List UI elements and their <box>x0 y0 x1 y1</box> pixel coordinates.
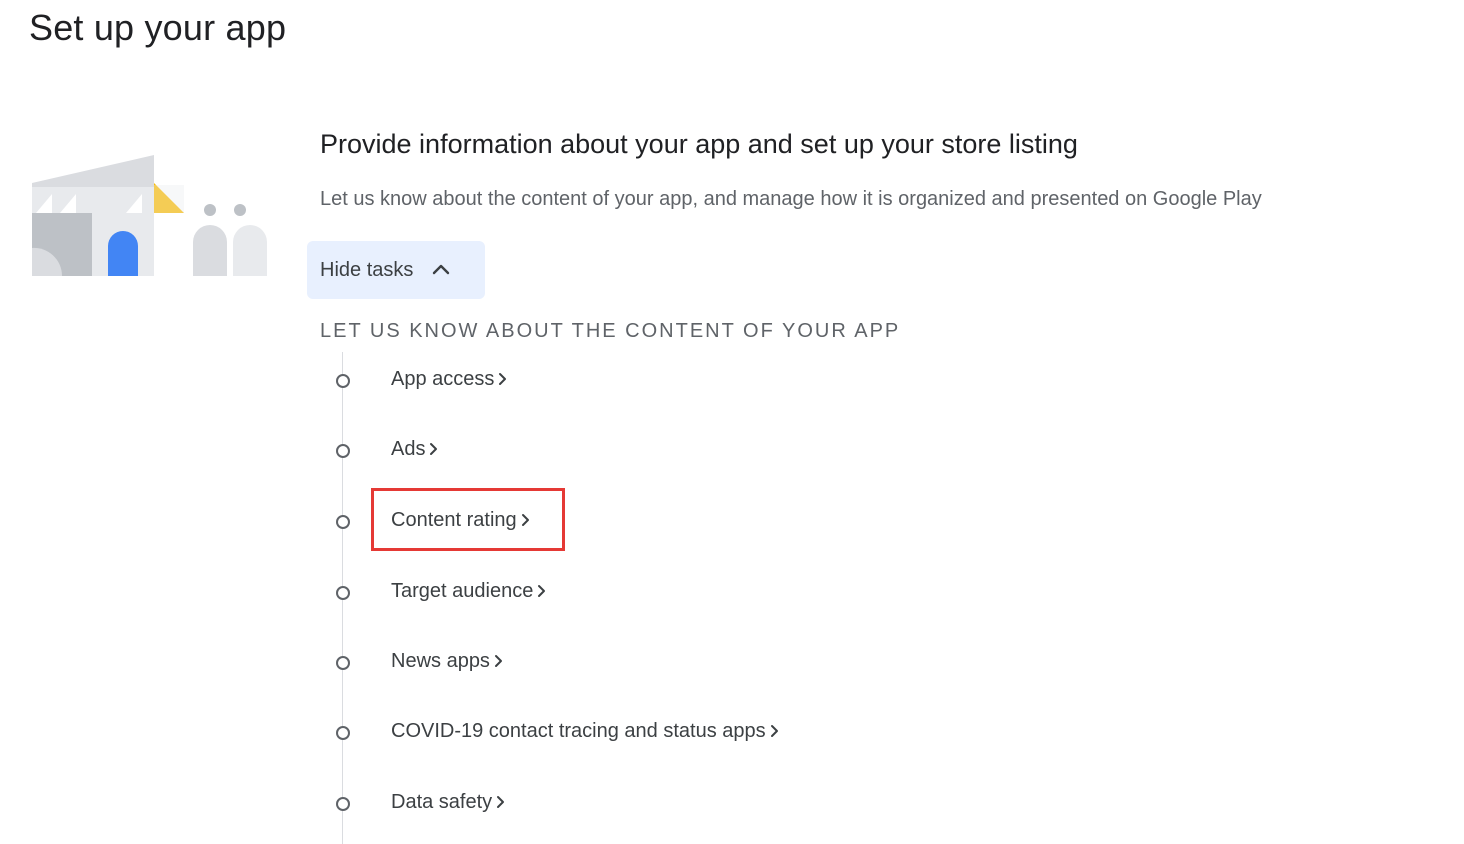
setup-illustration <box>32 155 267 276</box>
task-link-app-access[interactable]: App access <box>391 366 508 392</box>
chevron-right-icon <box>494 655 502 667</box>
task-link-ads[interactable]: Ads <box>391 436 439 462</box>
task-label: Content rating <box>391 509 517 531</box>
task-item-app-access: App access <box>0 366 900 396</box>
empty-circle-icon <box>336 726 350 740</box>
task-link-target-audience[interactable]: Target audience <box>391 578 547 604</box>
hide-tasks-label: Hide tasks <box>320 258 414 281</box>
chevron-right-icon <box>521 514 529 526</box>
empty-circle-icon <box>336 656 350 670</box>
task-item-content-rating: Content rating <box>0 507 900 537</box>
empty-circle-icon <box>336 797 350 811</box>
task-link-news-apps[interactable]: News apps <box>391 648 504 674</box>
task-label: Data safety <box>391 791 493 813</box>
task-link-data-safety[interactable]: Data safety <box>391 789 506 815</box>
chevron-right-icon <box>497 796 505 808</box>
task-group-title: LET US KNOW ABOUT THE CONTENT OF YOUR AP… <box>320 320 901 342</box>
task-label: News apps <box>391 650 490 672</box>
chevron-up-icon <box>433 264 450 275</box>
task-label: COVID-19 contact tracing and status apps <box>391 720 766 742</box>
empty-circle-icon <box>336 374 350 388</box>
task-label: App access <box>391 368 495 390</box>
task-label: Ads <box>391 438 426 460</box>
task-link-content-rating[interactable]: Content rating <box>391 507 531 533</box>
chevron-right-icon <box>538 585 546 597</box>
task-link-covid-apps[interactable]: COVID-19 contact tracing and status apps <box>391 718 780 744</box>
chevron-right-icon <box>499 373 507 385</box>
page-title: Set up your app <box>29 7 287 48</box>
section-description: Let us know about the content of your ap… <box>320 188 1262 210</box>
section-heading: Provide information about your app and s… <box>320 129 1078 159</box>
hide-tasks-button[interactable]: Hide tasks <box>307 241 485 299</box>
chevron-right-icon <box>430 443 438 455</box>
empty-circle-icon <box>336 444 350 458</box>
task-item-target-audience: Target audience <box>0 578 900 608</box>
empty-circle-icon <box>336 515 350 529</box>
task-item-covid-apps: COVID-19 contact tracing and status apps <box>0 718 900 748</box>
empty-circle-icon <box>336 586 350 600</box>
task-label: Target audience <box>391 580 534 602</box>
task-item-ads: Ads <box>0 436 900 466</box>
task-item-news-apps: News apps <box>0 648 900 678</box>
task-item-data-safety: Data safety <box>0 789 900 819</box>
chevron-right-icon <box>770 725 778 737</box>
